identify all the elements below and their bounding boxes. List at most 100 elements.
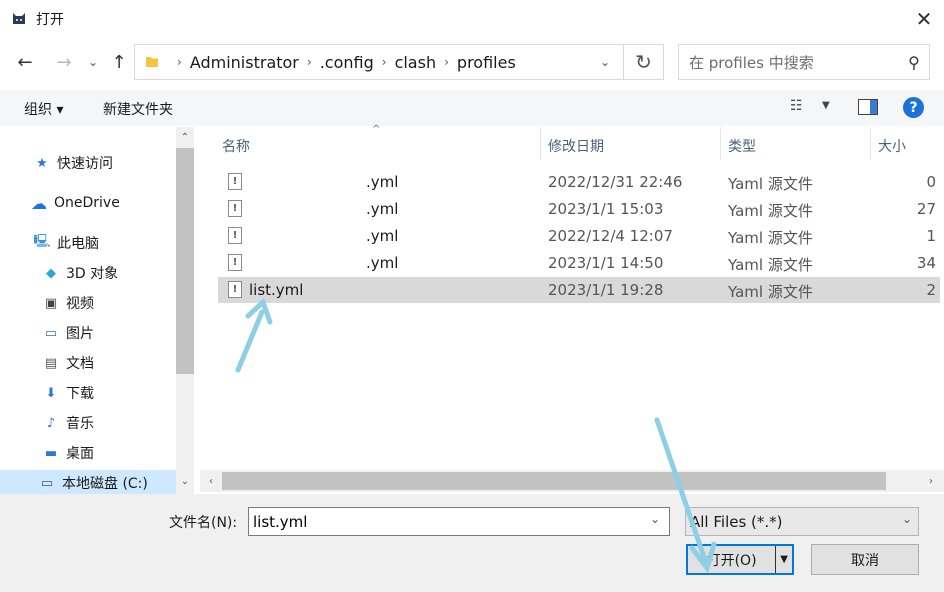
column-header-type[interactable]: 类型 [728, 136, 756, 156]
open-button[interactable]: 打开(O) ▼ [686, 544, 794, 575]
chevron-right-icon[interactable]: › [444, 55, 449, 69]
sidebar-item-documents[interactable]: ▤ 文档 [42, 351, 94, 375]
breadcrumb-config[interactable]: .config [320, 53, 374, 72]
sidebar-item-pictures[interactable]: ▭ 图片 [42, 321, 94, 345]
back-button[interactable]: ← [10, 47, 40, 77]
organize-button[interactable]: 组织 ▾ [24, 99, 63, 119]
sidebar-item-label: 图片 [66, 326, 94, 342]
file-date: 2023/1/1 15:03 [548, 200, 664, 218]
caret-down-icon: ▼ [822, 100, 830, 111]
refresh-button[interactable]: ↻ [624, 44, 664, 80]
scroll-down-button[interactable]: ⌄ [176, 472, 194, 490]
folder-icon [146, 57, 158, 67]
caret-up-icon: ⌃ [180, 131, 190, 143]
sidebar-item-quick-access[interactable]: ★ 快速访问 [33, 151, 113, 175]
chevron-right-icon[interactable]: › [177, 55, 182, 69]
chevron-right-icon[interactable]: › [307, 55, 312, 69]
sidebar-item-onedrive[interactable]: ☁ OneDrive [30, 191, 120, 215]
column-header-size[interactable]: 大小 [878, 136, 906, 156]
file-size: 0 [926, 173, 936, 191]
filename-history-dropdown[interactable]: ⌄ [650, 512, 660, 526]
sidebar-item-label: 音乐 [66, 416, 94, 432]
video-icon: ▣ [44, 295, 58, 311]
search-icon[interactable]: ⚲ [899, 53, 929, 72]
music-icon: ♪ [46, 415, 56, 431]
filename-field[interactable] [248, 507, 670, 536]
column-header-date[interactable]: 修改日期 [548, 136, 604, 156]
view-options-button[interactable]: ☷ [790, 98, 803, 114]
sidebar-item-local-disk[interactable]: ▭ 本地磁盘 (C:) [38, 471, 148, 495]
computer-icon: 🖳 [33, 234, 51, 249]
close-button[interactable]: ✕ [904, 0, 944, 38]
window-title: 打开 [36, 12, 64, 28]
sidebar-item-music[interactable]: ♪ 音乐 [42, 411, 94, 435]
address-history-dropdown[interactable]: ⌄ [590, 47, 620, 77]
scroll-right-button[interactable]: › [922, 472, 940, 490]
view-dropdown[interactable]: ▼ [822, 100, 830, 111]
address-bar[interactable]: › Administrator › .config › clash › prof… [134, 44, 624, 80]
help-icon: ? [909, 99, 918, 116]
file-icon: ! [228, 254, 242, 271]
sidebar-item-label: 下载 [66, 386, 94, 402]
file-type: Yaml 源文件 [728, 283, 813, 301]
file-row[interactable]: ! .yml 2023/1/1 15:03 Yaml 源文件 27 [218, 196, 940, 222]
column-divider[interactable] [870, 127, 871, 160]
scroll-up-button[interactable]: ⌃ [176, 128, 194, 146]
arrow-left-icon: ← [17, 51, 33, 73]
file-row-selected[interactable]: ! list.yml 2023/1/1 19:28 Yaml 源文件 2 [218, 277, 940, 303]
file-row[interactable]: ! .yml 2022/12/4 12:07 Yaml 源文件 1 [218, 223, 940, 249]
new-folder-button[interactable]: 新建文件夹 [103, 99, 173, 119]
sidebar-item-label: 快速访问 [57, 156, 113, 172]
app-icon [13, 13, 25, 24]
caret-down-icon[interactable]: ▼ [776, 554, 792, 565]
sidebar-item-videos[interactable]: ▣ 视频 [42, 291, 94, 315]
preview-pane-button[interactable] [858, 99, 878, 115]
file-type: Yaml 源文件 [728, 175, 813, 193]
file-type-filter[interactable]: All Files (*.*) [685, 507, 919, 536]
caret-right-icon: › [929, 475, 933, 487]
cancel-button[interactable]: 取消 [811, 544, 919, 575]
sidebar-item-this-pc[interactable]: 🖳 此电脑 [33, 231, 99, 255]
recent-locations-button[interactable]: ⌄ [80, 47, 106, 77]
horizontal-scroll-thumb[interactable] [222, 472, 886, 490]
file-type-filter-dropdown[interactable]: ⌄ [902, 512, 912, 526]
column-divider[interactable] [720, 127, 721, 160]
sidebar-item-downloads[interactable]: ⬇ 下载 [42, 381, 94, 405]
details-view-icon: ☷ [790, 98, 803, 114]
breadcrumb-clash[interactable]: clash [395, 53, 437, 72]
help-button[interactable]: ? [903, 97, 924, 118]
sidebar-scroll-thumb[interactable] [176, 148, 194, 374]
search-input[interactable]: 在 profiles 中搜索 ⚲ [678, 44, 930, 80]
cloud-icon: ☁ [31, 193, 47, 213]
column-divider[interactable] [540, 127, 541, 160]
breadcrumb-profiles[interactable]: profiles [457, 53, 516, 72]
breadcrumb-administrator[interactable]: Administrator [190, 53, 299, 72]
file-row[interactable]: ! .yml 2023/1/1 14:50 Yaml 源文件 34 [218, 250, 940, 276]
document-icon: ▤ [44, 355, 58, 371]
file-name: .yml [366, 200, 399, 218]
file-row[interactable]: ! .yml 2022/12/31 22:46 Yaml 源文件 0 [218, 169, 940, 195]
cube-icon: ◆ [46, 265, 56, 281]
forward-button[interactable]: → [49, 47, 79, 77]
sidebar-item-desktop[interactable]: ▬ 桌面 [42, 441, 94, 465]
desktop-icon: ▬ [44, 445, 58, 461]
file-date: 2022/12/4 12:07 [548, 227, 673, 245]
chevron-right-icon[interactable]: › [382, 55, 387, 69]
file-name: list.yml [249, 281, 304, 299]
navigation-pane [0, 127, 196, 494]
scroll-left-button[interactable]: ‹ [202, 472, 220, 490]
file-size: 27 [916, 200, 936, 218]
file-size: 2 [926, 281, 936, 299]
sidebar-item-3d-objects[interactable]: ◆ 3D 对象 [42, 261, 118, 285]
chevron-down-icon: ⌄ [902, 512, 913, 526]
chevron-down-icon: ⌄ [599, 55, 611, 69]
file-icon: ! [228, 281, 242, 298]
sidebar-item-label: 本地磁盘 (C:) [62, 476, 148, 492]
chevron-down-icon: ⌄ [87, 55, 99, 69]
file-date: 2022/12/31 22:46 [548, 173, 683, 191]
up-button[interactable]: ↑ [104, 47, 134, 77]
caret-down-icon: ⌄ [180, 475, 190, 487]
column-header-name[interactable]: 名称 [222, 136, 250, 156]
sidebar-item-label: 视频 [66, 296, 94, 312]
file-type: Yaml 源文件 [728, 229, 813, 247]
